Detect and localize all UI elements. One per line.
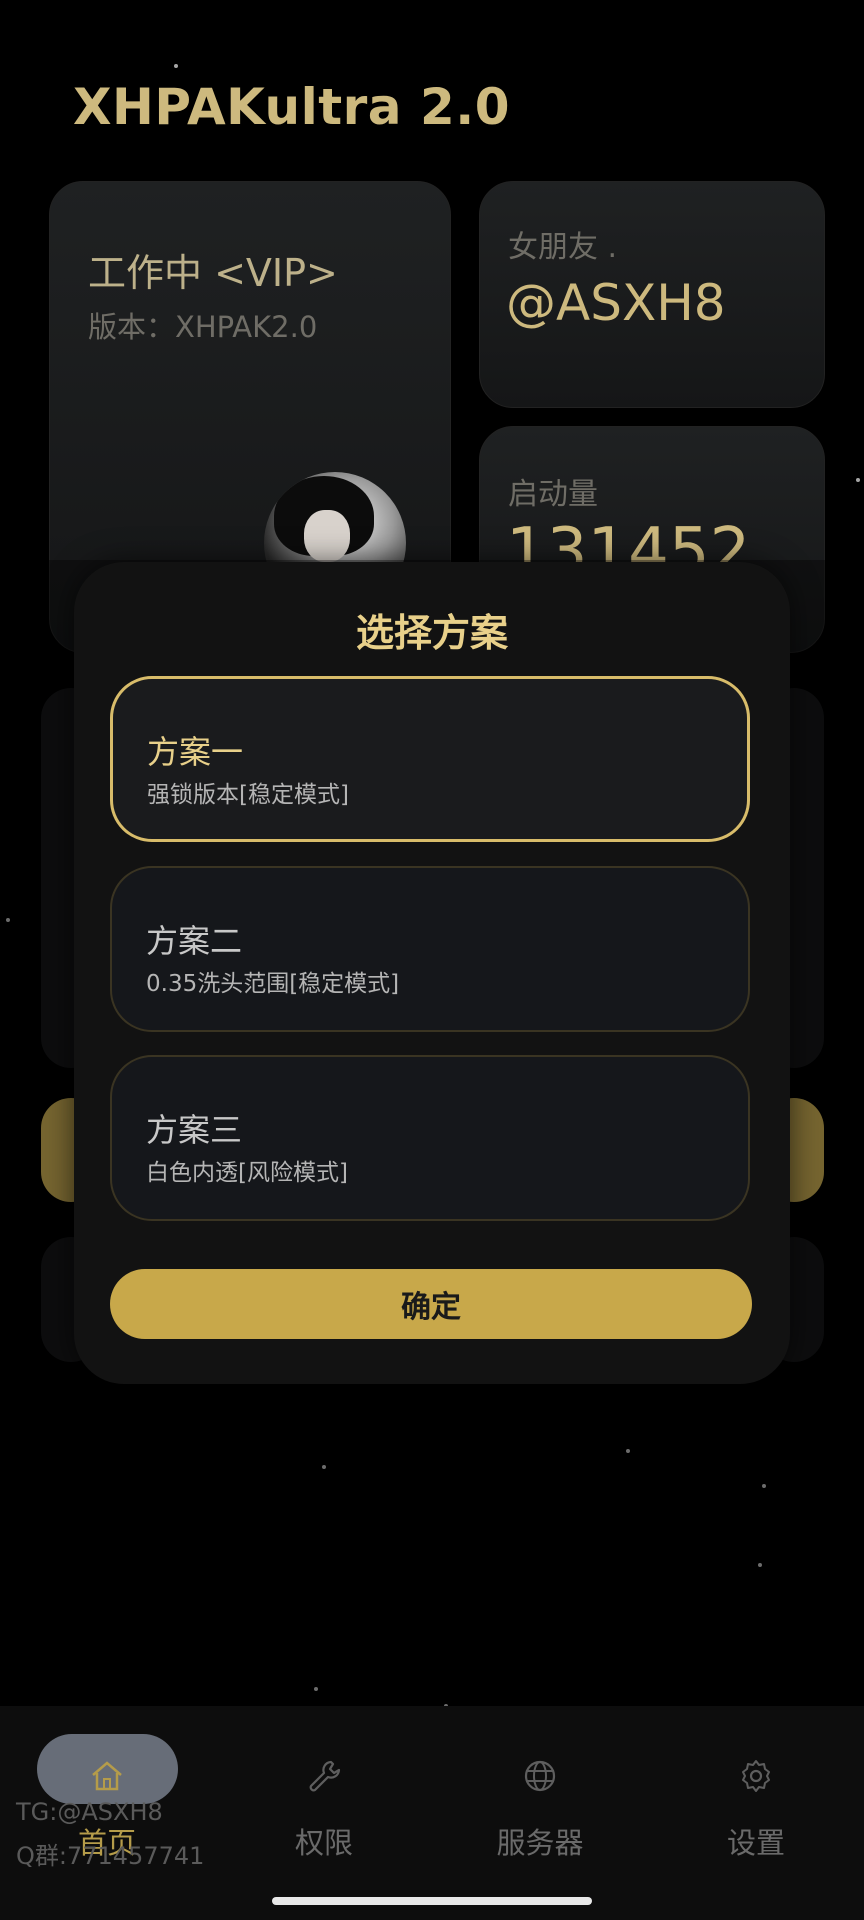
watermark-qq-group: Q群:771457741	[16, 1842, 205, 1870]
star-decoration	[856, 478, 860, 482]
avatar-face	[304, 510, 350, 562]
plan-option-name: 方案二	[146, 922, 243, 960]
confirm-button[interactable]: 确定	[110, 1269, 752, 1339]
nav-label: 权限	[294, 1826, 353, 1860]
app-screen: XHPAKultra 2.0 工作中 <VIP> 版本：XHPAK2.0 女朋友…	[0, 0, 864, 1920]
gear-icon	[742, 1760, 770, 1792]
nav-label: 设置	[726, 1826, 785, 1860]
plan-option-2[interactable]: 方案二 0.35洗头范围[稳定模式]	[110, 866, 750, 1032]
dialog-title: 选择方案	[355, 611, 508, 655]
plan-option-name: 方案一	[147, 733, 244, 771]
wrench-icon	[309, 1760, 341, 1792]
plan-option-3[interactable]: 方案三 白色内透[风险模式]	[110, 1055, 750, 1221]
plan-select-dialog: 选择方案 方案一 强锁版本[稳定模式] 方案二 0.35洗头范围[稳定模式] 方…	[74, 562, 790, 1384]
plan-option-desc: 强锁版本[稳定模式]	[147, 782, 349, 808]
watermark-telegram: TG:@ASXH8	[16, 1798, 163, 1826]
nav-item-server[interactable]: 服务器	[450, 1756, 630, 1876]
launch-count-label: 启动量	[508, 477, 598, 512]
nav-item-permissions[interactable]: 权限	[234, 1756, 414, 1876]
globe-icon	[524, 1760, 556, 1792]
nav-label: 服务器	[496, 1826, 584, 1860]
girlfriend-card: 女朋友 . @ASXH8	[479, 181, 825, 408]
home-indicator[interactable]	[272, 1897, 592, 1905]
girlfriend-value: @ASXH8	[506, 274, 726, 332]
plan-option-desc: 白色内透[风险模式]	[146, 1160, 348, 1186]
plan-option-desc: 0.35洗头范围[稳定模式]	[146, 971, 400, 997]
star-decoration	[174, 64, 178, 68]
nav-item-settings[interactable]: 设置	[666, 1756, 846, 1876]
girlfriend-label: 女朋友 .	[508, 230, 618, 265]
app-title: XHPAKultra 2.0	[73, 78, 511, 136]
version-text: 版本：XHPAK2.0	[88, 310, 318, 344]
status-text: 工作中 <VIP>	[88, 251, 338, 295]
plan-option-1[interactable]: 方案一 强锁版本[稳定模式]	[110, 676, 750, 842]
home-icon	[92, 1761, 122, 1791]
plan-option-name: 方案三	[146, 1111, 243, 1149]
